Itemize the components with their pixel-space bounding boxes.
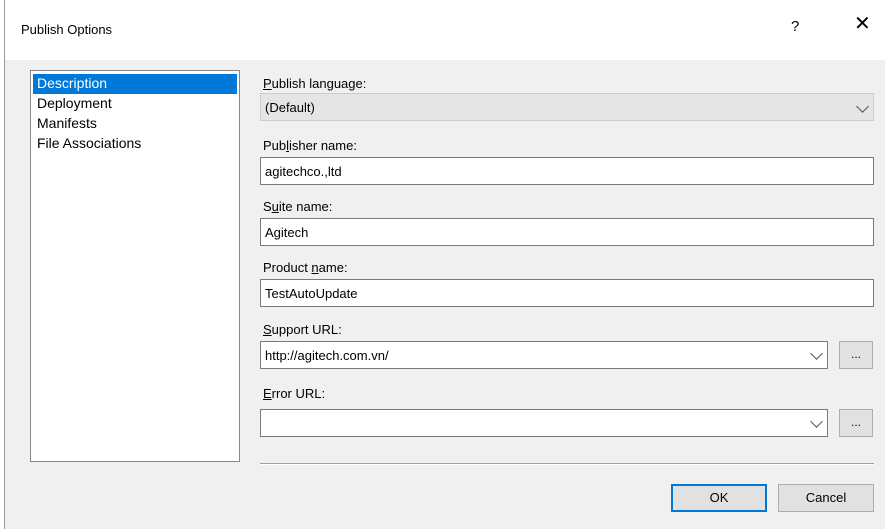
error-url-input[interactable] xyxy=(261,410,801,436)
publisher-name-label: Publisher name: xyxy=(263,138,357,153)
chevron-down-icon[interactable] xyxy=(810,415,823,428)
error-url-label: Error URL: xyxy=(263,386,326,401)
nav-item-file-associations[interactable]: File Associations xyxy=(33,134,237,154)
suite-name-input[interactable] xyxy=(261,219,873,245)
title-bar: Publish Options ? ✕ xyxy=(5,0,885,60)
chevron-down-icon[interactable] xyxy=(810,347,823,360)
suite-name-field[interactable] xyxy=(260,218,874,246)
publish-language-label: Publish language: xyxy=(263,76,367,91)
nav-item-deployment[interactable]: Deployment xyxy=(33,94,237,114)
help-icon[interactable]: ? xyxy=(791,18,799,35)
support-url-combo[interactable] xyxy=(260,341,828,369)
nav-item-description[interactable]: Description xyxy=(33,74,237,94)
cancel-button[interactable]: Cancel xyxy=(778,484,874,512)
suite-name-label: Suite name: xyxy=(263,199,333,214)
nav-item-manifests[interactable]: Manifests xyxy=(33,114,237,134)
error-url-combo[interactable] xyxy=(260,409,828,437)
product-name-input[interactable] xyxy=(261,280,873,306)
publish-language-value: (Default) xyxy=(265,100,315,115)
category-list[interactable]: Description Deployment Manifests File As… xyxy=(30,70,240,462)
product-name-label: Product name: xyxy=(263,260,348,275)
support-url-label: Support URL: xyxy=(263,322,342,337)
error-url-browse-button[interactable]: ... xyxy=(839,409,873,437)
chevron-down-icon xyxy=(856,100,869,113)
product-name-field[interactable] xyxy=(260,279,874,307)
publisher-name-field[interactable] xyxy=(260,157,874,185)
separator xyxy=(260,463,874,465)
publish-options-dialog: Publish Options ? ✕ Description Deployme… xyxy=(4,0,885,529)
window-title: Publish Options xyxy=(21,22,113,37)
support-url-browse-button[interactable]: ... xyxy=(839,341,873,369)
publisher-name-input[interactable] xyxy=(261,158,873,184)
publish-language-select[interactable]: (Default) xyxy=(260,93,874,121)
support-url-input[interactable] xyxy=(261,342,801,368)
ok-button[interactable]: OK xyxy=(671,484,767,512)
close-icon[interactable]: ✕ xyxy=(854,14,871,34)
